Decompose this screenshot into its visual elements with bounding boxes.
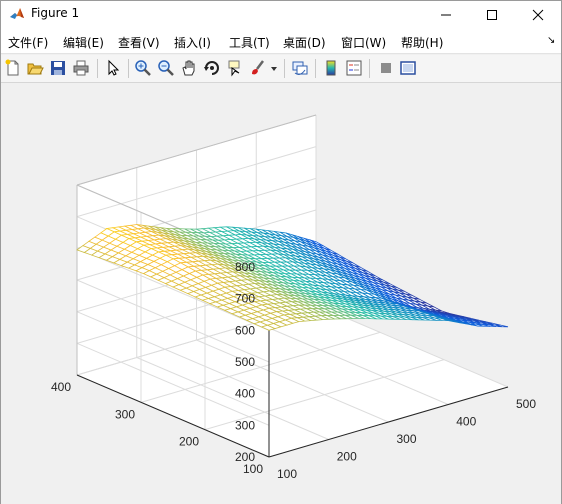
brush-icon[interactable] bbox=[249, 59, 267, 77]
x-tick-label: 100 bbox=[277, 467, 297, 481]
x-tick-label: 400 bbox=[456, 415, 476, 429]
y-tick-label: 100 bbox=[243, 462, 263, 476]
hide-plot-tools-icon[interactable] bbox=[377, 59, 395, 77]
z-tick-label: 700 bbox=[235, 292, 255, 306]
colorbar-icon[interactable] bbox=[322, 59, 340, 77]
toolbar-separator bbox=[97, 59, 98, 78]
save-icon[interactable] bbox=[49, 59, 67, 77]
minimize-button[interactable] bbox=[423, 1, 469, 28]
menu-help[interactable]: 帮助(H) bbox=[401, 34, 443, 51]
x-tick-label: 300 bbox=[397, 432, 417, 446]
matlab-logo-icon bbox=[10, 8, 24, 19]
toolbar-separator bbox=[128, 59, 129, 78]
pan-hand-icon[interactable] bbox=[180, 59, 198, 77]
menu-window[interactable]: 窗口(W) bbox=[341, 34, 386, 51]
z-tick-label: 800 bbox=[235, 260, 255, 274]
close-button[interactable] bbox=[515, 1, 561, 28]
toolbar-separator bbox=[369, 59, 370, 78]
data-cursor-icon[interactable] bbox=[226, 59, 244, 77]
window-title: Figure 1 bbox=[31, 6, 80, 20]
x-tick-label: 200 bbox=[337, 450, 357, 464]
dock-arrow-icon[interactable]: ↘ bbox=[547, 35, 555, 46]
menu-view[interactable]: 查看(V) bbox=[118, 34, 160, 51]
z-tick-label: 300 bbox=[235, 418, 255, 432]
menu-edit[interactable]: 编辑(E) bbox=[63, 34, 104, 51]
open-file-icon[interactable] bbox=[26, 59, 44, 77]
toolbar-separator bbox=[315, 59, 316, 78]
brush-dropdown-icon[interactable] bbox=[269, 59, 279, 77]
zoom-out-icon[interactable] bbox=[157, 59, 175, 77]
new-figure-icon[interactable] bbox=[4, 59, 22, 77]
close-icon bbox=[532, 9, 544, 20]
figure-toolbar bbox=[1, 55, 561, 83]
legend-icon[interactable] bbox=[345, 59, 363, 77]
z-tick-label: 200 bbox=[235, 450, 255, 464]
zoom-in-icon[interactable] bbox=[134, 59, 152, 77]
y-tick-label: 300 bbox=[115, 407, 135, 421]
figure-window: Figure 1 文件(F) 编辑(E) 查看(V) 插入(I) 工具(T) 桌… bbox=[0, 0, 562, 504]
surface-plot[interactable]: 1002003004005001002003004002003004005006… bbox=[1, 84, 561, 504]
maximize-icon bbox=[487, 9, 497, 20]
menu-desktop[interactable]: 桌面(D) bbox=[283, 34, 326, 51]
show-plot-tools-icon[interactable] bbox=[399, 59, 417, 77]
link-plot-icon[interactable] bbox=[291, 59, 309, 77]
x-tick-label: 500 bbox=[516, 397, 536, 411]
z-tick-label: 600 bbox=[235, 323, 255, 337]
z-tick-label: 400 bbox=[235, 387, 255, 401]
z-tick-label: 500 bbox=[235, 355, 255, 369]
toolbar-separator bbox=[284, 59, 285, 78]
figure-canvas[interactable]: 100 200 300 400 500 100 200 300 400 200 300 400 500 6… bbox=[1, 84, 561, 504]
minimize-icon bbox=[441, 14, 451, 15]
pointer-icon[interactable] bbox=[104, 59, 122, 77]
maximize-button[interactable] bbox=[469, 1, 515, 28]
rotate-3d-icon[interactable] bbox=[203, 59, 221, 77]
y-tick-label: 200 bbox=[179, 435, 199, 449]
title-bar[interactable]: Figure 1 bbox=[1, 1, 561, 28]
menu-insert[interactable]: 插入(I) bbox=[174, 34, 211, 51]
menu-bar: 文件(F) 编辑(E) 查看(V) 插入(I) 工具(T) 桌面(D) 窗口(W… bbox=[1, 28, 561, 54]
print-icon[interactable] bbox=[72, 59, 90, 77]
menu-tools[interactable]: 工具(T) bbox=[229, 34, 270, 51]
menu-file[interactable]: 文件(F) bbox=[8, 34, 48, 51]
y-tick-label: 400 bbox=[51, 380, 71, 394]
